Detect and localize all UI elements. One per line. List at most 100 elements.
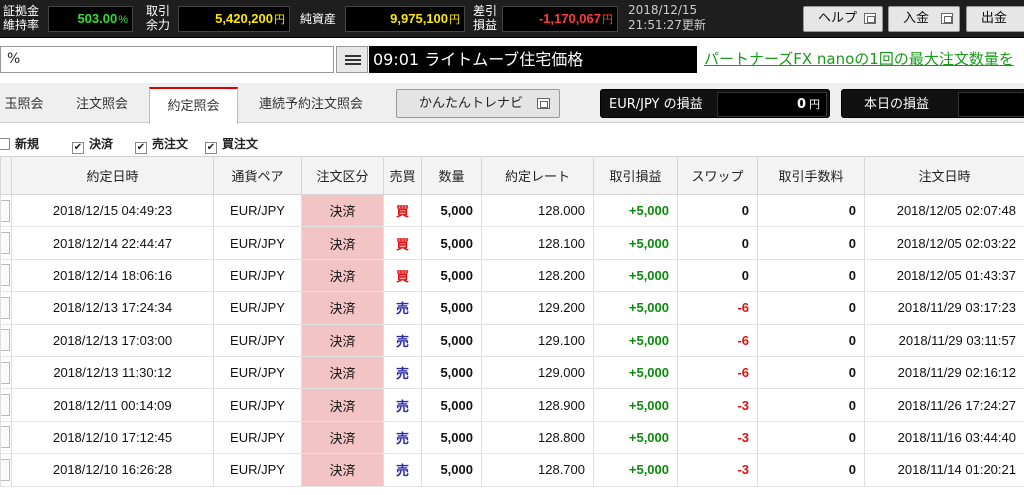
table-row[interactable]: 2018/12/13 11:30:12 EUR/JPY 決済売 5,000 129.00… bbox=[0, 356, 1024, 390]
table-row[interactable]: 2018/12/14 22:44:47 EUR/JPY 決済買 5,000 128.10… bbox=[0, 226, 1024, 260]
col-header-pair[interactable]: 通貨ペア bbox=[213, 156, 302, 195]
exec-time-cell: 2018/12/14 18:06:16 bbox=[11, 259, 214, 293]
swap-cell: -6 bbox=[677, 356, 758, 390]
news-menu-button[interactable] bbox=[336, 46, 368, 73]
order-time-cell: 2018/11/29 02:16:12 bbox=[864, 356, 1024, 390]
row-handle-tab[interactable] bbox=[1, 329, 10, 352]
row-handle[interactable] bbox=[0, 194, 12, 228]
col-header-swap[interactable]: スワップ bbox=[677, 156, 758, 195]
margin-ratio-number: 503.00 bbox=[77, 11, 118, 26]
checkbox-unchecked[interactable] bbox=[0, 138, 10, 150]
news-ticker-row: % 09:01 ライトムーブ住宅価格 パートナーズFX nanoの1回の最大注文… bbox=[0, 44, 1024, 75]
fee-cell: 0 bbox=[757, 388, 865, 422]
pair-pnl-unit: 円 bbox=[809, 98, 820, 111]
fee-cell: 0 bbox=[757, 356, 865, 390]
checkbox-checked-icon[interactable]: ✔ bbox=[205, 142, 217, 154]
row-handle[interactable] bbox=[0, 291, 12, 325]
tab-orders[interactable]: 注文照会 bbox=[58, 87, 146, 122]
row-handle[interactable] bbox=[0, 421, 12, 455]
filter-settlement[interactable]: ✔ 決済 bbox=[21, 136, 113, 154]
news-headline[interactable]: 09:01 ライトムーブ住宅価格 bbox=[369, 46, 697, 73]
rate-cell: 129.200 bbox=[481, 291, 594, 325]
exec-time-cell: 2018/12/14 22:44:47 bbox=[11, 226, 214, 260]
order-time-cell: 2018/11/14 01:20:21 bbox=[864, 453, 1024, 487]
pair-cell: EUR/JPY bbox=[213, 259, 302, 293]
table-row[interactable]: 2018/12/14 18:06:16 EUR/JPY 決済買 5,000 128.20… bbox=[0, 259, 1024, 293]
filter-buy-orders[interactable]: ✔ 買注文 bbox=[205, 136, 258, 154]
col-header-order-time[interactable]: 注文日時 bbox=[864, 156, 1024, 195]
order-type-cell: 決済 bbox=[301, 194, 384, 228]
row-handle[interactable] bbox=[0, 324, 12, 357]
help-button[interactable]: ヘルプ bbox=[803, 6, 883, 32]
col-header-fee[interactable]: 取引手数料 bbox=[757, 156, 865, 195]
pnl-unit: 円 bbox=[602, 14, 613, 26]
account-status-bar: 証拠金 維持率 503.00% 取引 余力 5,420,200円 純資産 9,9… bbox=[0, 0, 1024, 38]
qty-cell: 5,000 bbox=[421, 291, 482, 325]
row-handle-tab[interactable] bbox=[1, 264, 10, 287]
margin-ratio-label: 証拠金 維持率 bbox=[3, 4, 40, 32]
easy-trade-navi-label: かんたんトレナビ bbox=[419, 96, 524, 111]
row-handle[interactable] bbox=[0, 453, 12, 487]
checkbox-checked-icon[interactable]: ✔ bbox=[135, 142, 147, 154]
pair-cell: EUR/JPY bbox=[213, 194, 302, 228]
col-header-rate[interactable]: 約定レート bbox=[481, 156, 594, 195]
table-row[interactable]: 2018/12/13 17:03:00 EUR/JPY 決済売 5,000 129.10… bbox=[0, 324, 1024, 357]
equity-label: 純資産 bbox=[300, 12, 337, 26]
col-header-exec-time[interactable]: 約定日時 bbox=[11, 156, 214, 195]
row-handle[interactable] bbox=[0, 356, 12, 390]
checkbox-checked-icon[interactable]: ✔ bbox=[72, 142, 84, 154]
side-cell: 売 bbox=[383, 453, 422, 487]
order-type-cell: 決済 bbox=[301, 421, 384, 455]
exec-time-cell: 2018/12/15 04:49:23 bbox=[11, 194, 214, 228]
order-type-cell: 決済 bbox=[301, 453, 384, 487]
qty-cell: 5,000 bbox=[421, 259, 482, 293]
pair-cell: EUR/JPY bbox=[213, 291, 302, 325]
fee-cell: 0 bbox=[757, 194, 865, 228]
tab-position[interactable]: 玉照会 bbox=[0, 87, 48, 122]
col-header-qty[interactable]: 数量 bbox=[421, 156, 482, 195]
col-header-select bbox=[0, 156, 12, 195]
margin-ratio-unit: % bbox=[118, 14, 128, 26]
order-type-cell: 決済 bbox=[301, 324, 384, 357]
col-header-pnl[interactable]: 取引損益 bbox=[593, 156, 678, 195]
exec-time-cell: 2018/12/10 16:26:28 bbox=[11, 453, 214, 487]
row-handle[interactable] bbox=[0, 226, 12, 260]
tab-executions[interactable]: 約定照会 bbox=[149, 87, 238, 124]
row-handle-tab[interactable] bbox=[1, 232, 10, 255]
pair-cell: EUR/JPY bbox=[213, 388, 302, 422]
swap-cell: 0 bbox=[677, 194, 758, 228]
table-row[interactable]: 2018/12/11 00:14:09 EUR/JPY 決済売 5,000 128.90… bbox=[0, 388, 1024, 422]
row-handle-tab[interactable] bbox=[1, 458, 10, 481]
announcement-link[interactable]: パートナーズFX nanoの1回の最大注文数量を bbox=[704, 46, 1024, 73]
table-row[interactable]: 2018/12/15 04:49:23 EUR/JPY 決済買 5,000 128.00… bbox=[0, 194, 1024, 228]
tab-consecutive-orders[interactable]: 連続予約注文照会 bbox=[246, 87, 376, 122]
table-row[interactable]: 2018/12/10 17:12:45 EUR/JPY 決済売 5,000 128.80… bbox=[0, 421, 1024, 455]
withdraw-button[interactable]: 出金 bbox=[966, 6, 1024, 32]
pnl-cell: +5,000 bbox=[593, 453, 678, 487]
order-type-cell: 決済 bbox=[301, 388, 384, 422]
easy-trade-navi-button[interactable]: かんたんトレナビ bbox=[396, 89, 560, 118]
fee-cell: 0 bbox=[757, 291, 865, 325]
pnl-value: -1,170,067円 bbox=[502, 6, 618, 32]
menu-icon bbox=[345, 55, 361, 57]
filter-sell-orders[interactable]: ✔ 売注文 bbox=[135, 136, 188, 154]
table-header-row: 約定日時 通貨ペア 注文区分 売買 数量 約定レート 取引損益 スワップ 取引手… bbox=[0, 156, 1024, 195]
table-row[interactable]: 2018/12/10 16:26:28 EUR/JPY 決済売 5,000 128.70… bbox=[0, 453, 1024, 487]
row-handle-tab[interactable] bbox=[1, 361, 10, 384]
pnl-label: 差引 損益 bbox=[473, 4, 498, 32]
col-header-order-type[interactable]: 注文区分 bbox=[301, 156, 384, 195]
table-body: 2018/12/15 04:49:23 EUR/JPY 決済買 5,000 128.00… bbox=[0, 194, 1024, 487]
table-row[interactable]: 2018/12/13 17:24:34 EUR/JPY 決済売 5,000 129.20… bbox=[0, 291, 1024, 325]
row-handle-tab[interactable] bbox=[1, 394, 10, 417]
pair-pnl-number: 0 bbox=[796, 97, 806, 112]
side-cell: 買 bbox=[383, 226, 422, 260]
col-header-side[interactable]: 売買 bbox=[383, 156, 422, 195]
deposit-button[interactable]: 入金 bbox=[888, 6, 960, 32]
row-handle[interactable] bbox=[0, 259, 12, 293]
row-handle[interactable] bbox=[0, 388, 12, 422]
row-handle-tab[interactable] bbox=[1, 426, 10, 449]
side-cell: 買 bbox=[383, 194, 422, 228]
row-handle-tab[interactable] bbox=[1, 199, 10, 222]
external-window-icon bbox=[864, 13, 876, 24]
row-handle-tab[interactable] bbox=[1, 296, 10, 319]
